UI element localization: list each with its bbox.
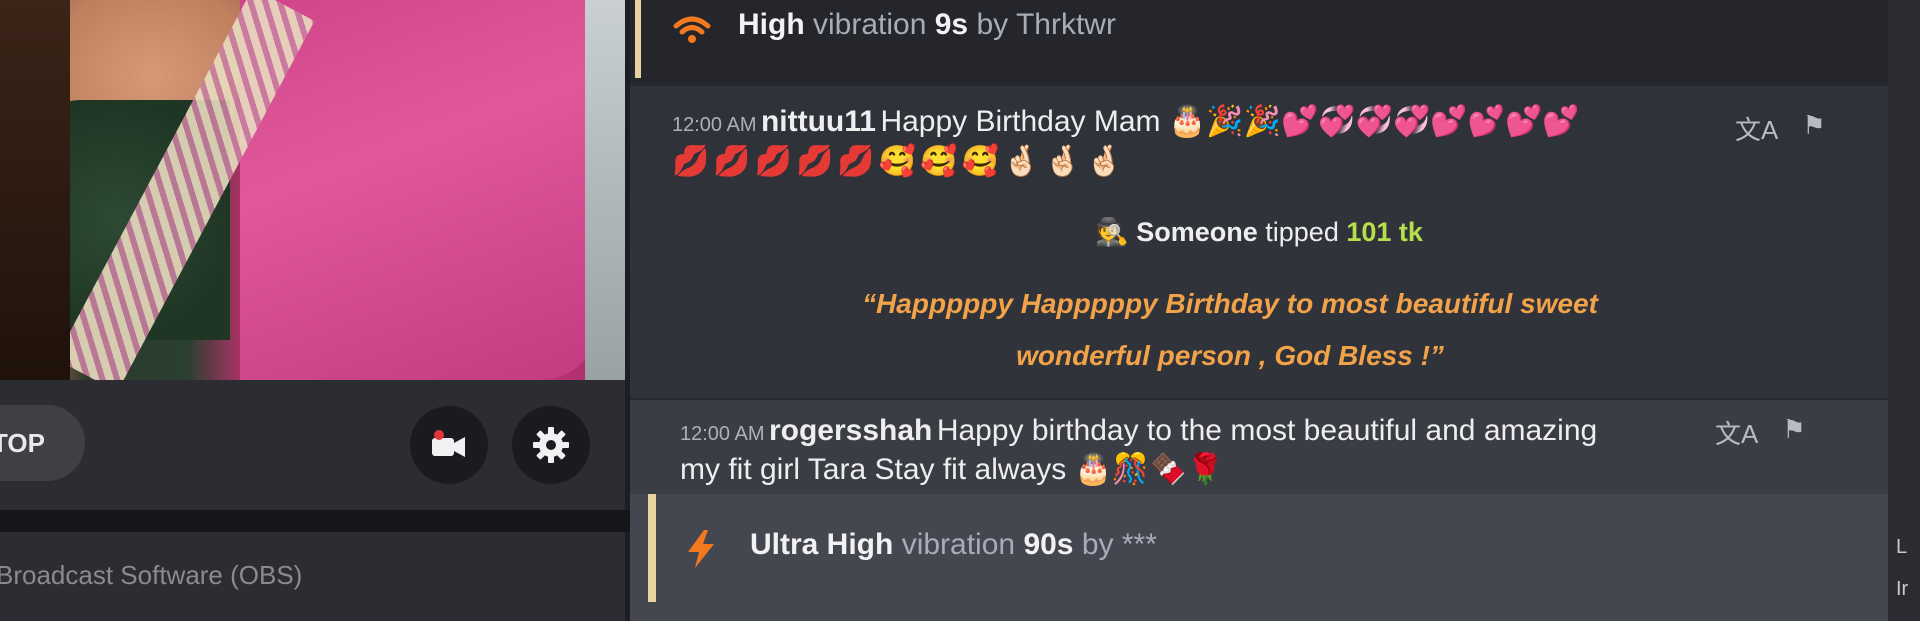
- gear-icon: [533, 427, 569, 463]
- vibration-user: Thrktwr: [1015, 8, 1116, 41]
- chat-feed: High vibration 9s by Thrktwr 12:00 AM ni…: [630, 0, 1888, 621]
- vibration-event-row: Ultra High vibration 90s by ***: [630, 494, 1888, 621]
- message-username[interactable]: rogersshah: [769, 414, 932, 447]
- vibration-word: vibration: [813, 8, 927, 41]
- message-time: 12:00 AM: [680, 423, 765, 445]
- camera-button[interactable]: [410, 406, 488, 484]
- stop-broadcast-button[interactable]: TOP: [0, 405, 85, 481]
- panel-divider: [0, 510, 630, 532]
- vibration-level: High: [738, 8, 805, 41]
- translate-icon[interactable]: 文A: [1715, 414, 1758, 451]
- tip-amount: 101 tk: [1346, 217, 1423, 247]
- stop-broadcast-label: TOP: [0, 427, 45, 458]
- vibration-word: vibration: [901, 528, 1016, 561]
- message-time: 12:00 AM: [672, 114, 757, 136]
- vibration-duration: 90s: [1023, 528, 1074, 561]
- incognito-icon: 🕵: [1095, 217, 1129, 247]
- chat-message-line: 12:00 AM rogersshah Happy birthday to th…: [680, 414, 1597, 448]
- tip-message: “Happpppy Happpppy Birthday to most beau…: [862, 288, 1598, 371]
- video-wall-shape: [585, 0, 625, 380]
- vibration-user: ***: [1121, 528, 1157, 561]
- vibration-by: by: [1081, 528, 1114, 561]
- event-accent-bar: [635, 0, 641, 78]
- vibration-by: by: [976, 8, 1009, 41]
- message-actions: 文A ⚑: [1715, 414, 1806, 451]
- right-side-panel: L Ir: [1888, 0, 1920, 621]
- tip-event-row: 🕵 Someone tipped 101 tk “Happpppy Happpp…: [630, 198, 1888, 398]
- tip-summary: 🕵 Someone tipped 101 tk: [630, 216, 1888, 248]
- chat-message: 12:00 AM rogersshah Happy birthday to th…: [630, 400, 1888, 494]
- chat-message-line: 12:00 AM nittuu11 Happy Birthday Mam 🎂🎉🎉…: [672, 104, 1580, 139]
- vibration-duration: 9s: [934, 8, 969, 41]
- vibration-level: Ultra High: [750, 528, 894, 561]
- report-flag-icon[interactable]: ⚑: [1782, 414, 1805, 451]
- obs-option-label: Broadcast Software (OBS): [0, 560, 303, 590]
- chat-message: 12:00 AM nittuu11 Happy Birthday Mam 🎂🎉🎉…: [630, 86, 1888, 198]
- event-accent-bar: [648, 494, 656, 602]
- video-hair-shape: [0, 0, 70, 380]
- settings-button[interactable]: [512, 406, 590, 484]
- side-panel-text: L: [1896, 536, 1908, 558]
- message-username[interactable]: nittuu11: [761, 105, 876, 138]
- tip-verb: tipped: [1265, 217, 1339, 247]
- message-text: Happy birthday to the most beautiful and…: [936, 414, 1598, 447]
- vibration-event-row: High vibration 9s by Thrktwr: [630, 0, 1888, 82]
- vibration-event-text: Ultra High vibration 90s by ***: [750, 528, 1157, 562]
- message-actions: 文A ⚑: [1735, 110, 1826, 147]
- lightning-icon: [688, 530, 714, 568]
- side-panel-text: Ir: [1896, 578, 1909, 600]
- message-text-continued: my fit girl Tara Stay fit always 🎂🎊🍫🌹: [680, 453, 1224, 486]
- message-text: Happy Birthday Mam 🎂🎉🎉💕💞💞💞💕💕💕💕: [880, 105, 1580, 138]
- tipper-name: Someone: [1136, 217, 1258, 247]
- message-emoji-line: 💋💋💋💋💋🥰🥰🥰🤞🏻🤞🏻🤞🏻: [672, 145, 1127, 178]
- broadcast-panel: TOP Broadcast Software (OBS): [0, 0, 630, 621]
- report-flag-icon[interactable]: ⚑: [1802, 110, 1825, 147]
- vibration-event-text: High vibration 9s by Thrktwr: [738, 8, 1116, 42]
- wifi-signal-icon: [673, 16, 711, 43]
- camera-icon: [432, 430, 465, 457]
- video-preview: [0, 0, 625, 380]
- translate-icon[interactable]: 文A: [1735, 110, 1778, 147]
